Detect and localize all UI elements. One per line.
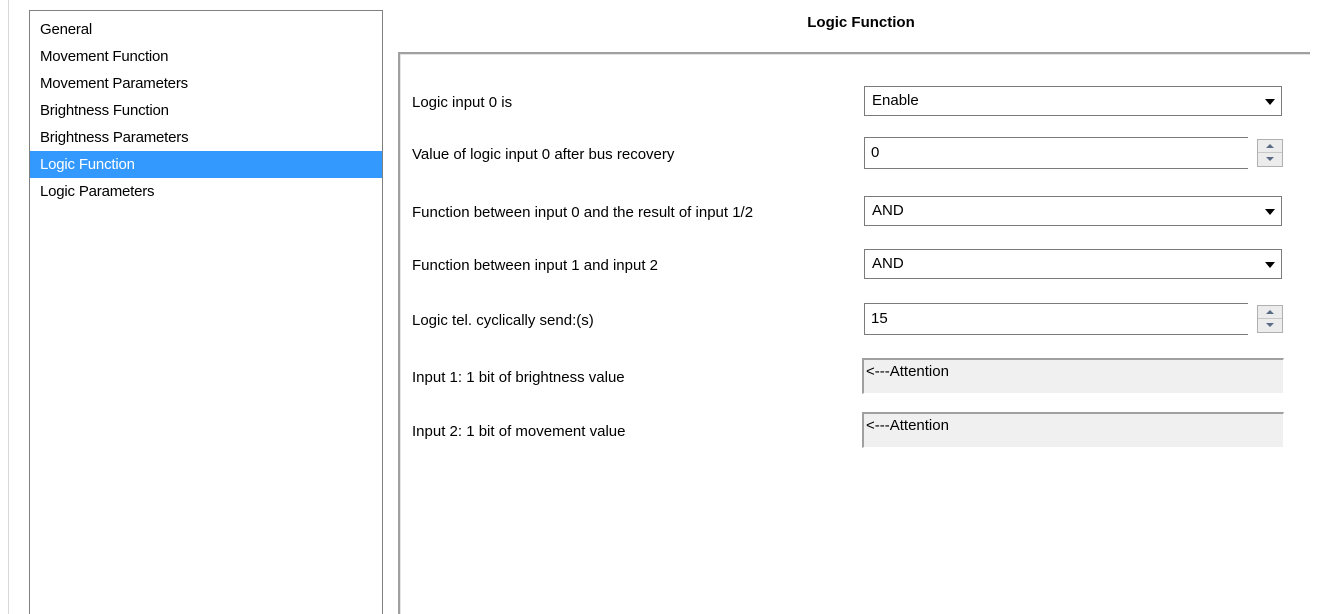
param-label: Function between input 1 and input 2: [412, 257, 659, 274]
arrow-up-icon: [1266, 144, 1274, 148]
nav-item-logic-function[interactable]: Logic Function: [30, 151, 382, 178]
cyclic-send-input[interactable]: 15: [864, 303, 1248, 335]
param-row-input1-info: Input 1: 1 bit of brightness value <---A…: [400, 358, 1308, 394]
input1-attention-field: <---Attention: [862, 358, 1284, 394]
param-label: Value of logic input 0 after bus recover…: [412, 146, 675, 163]
arrow-down-icon: [1266, 323, 1274, 327]
param-row-input2-info: Input 2: 1 bit of movement value <---Att…: [400, 412, 1308, 448]
dropdown-arrow-icon[interactable]: [1265, 262, 1275, 268]
param-row-cyclic-send: Logic tel. cyclically send:(s) 15: [400, 303, 1308, 337]
param-row-function-input1-input2: Function between input 1 and input 2 AND: [400, 249, 1308, 283]
arrow-up-icon: [1266, 310, 1274, 314]
input-value: 15: [871, 310, 888, 327]
spin-up-button[interactable]: [1258, 306, 1282, 319]
select-value: Enable: [872, 92, 919, 109]
window-edge: [0, 0, 9, 614]
param-label: Input 2: 1 bit of movement value: [412, 423, 626, 440]
nav-item-logic-parameters[interactable]: Logic Parameters: [30, 178, 382, 205]
param-row-logic-input-0: Logic input 0 is Enable: [400, 86, 1308, 120]
spin-down-button[interactable]: [1258, 153, 1282, 166]
param-label: Input 1: 1 bit of brightness value: [412, 369, 625, 386]
readonly-value: <---Attention: [866, 363, 949, 380]
navigation-panel: General Movement Function Movement Param…: [29, 10, 383, 614]
select-value: AND: [872, 202, 904, 219]
input2-attention-field: <---Attention: [862, 412, 1284, 448]
value-after-recovery-input[interactable]: 0: [864, 137, 1248, 169]
nav-item-general[interactable]: General: [30, 16, 382, 43]
select-value: AND: [872, 255, 904, 272]
dropdown-arrow-icon[interactable]: [1265, 209, 1275, 215]
function-input0-result-select[interactable]: AND: [864, 196, 1282, 226]
logic-input-0-select[interactable]: Enable: [864, 86, 1282, 116]
param-row-function-input0-result: Function between input 0 and the result …: [400, 196, 1308, 230]
nav-item-movement-parameters[interactable]: Movement Parameters: [30, 70, 382, 97]
function-input1-input2-select[interactable]: AND: [864, 249, 1282, 279]
settings-window: General Movement Function Movement Param…: [0, 0, 1324, 614]
value-after-recovery-spinner: [1257, 139, 1283, 167]
input-value: 0: [871, 144, 880, 161]
spin-down-button[interactable]: [1258, 319, 1282, 332]
param-label: Function between input 0 and the result …: [412, 204, 754, 221]
parameter-panel: Logic input 0 is Enable Value of logic i…: [398, 52, 1310, 614]
nav-item-brightness-function[interactable]: Brightness Function: [30, 97, 382, 124]
spin-up-button[interactable]: [1258, 140, 1282, 153]
param-label: Logic tel. cyclically send:(s): [412, 312, 594, 329]
nav-item-movement-function[interactable]: Movement Function: [30, 43, 382, 70]
nav-item-brightness-parameters[interactable]: Brightness Parameters: [30, 124, 382, 151]
arrow-down-icon: [1266, 157, 1274, 161]
page-title: Logic Function: [807, 14, 915, 31]
cyclic-send-spinner: [1257, 305, 1283, 333]
readonly-value: <---Attention: [866, 417, 949, 434]
dropdown-arrow-icon[interactable]: [1265, 99, 1275, 105]
param-row-value-after-recovery: Value of logic input 0 after bus recover…: [400, 137, 1308, 171]
param-label: Logic input 0 is: [412, 94, 513, 111]
